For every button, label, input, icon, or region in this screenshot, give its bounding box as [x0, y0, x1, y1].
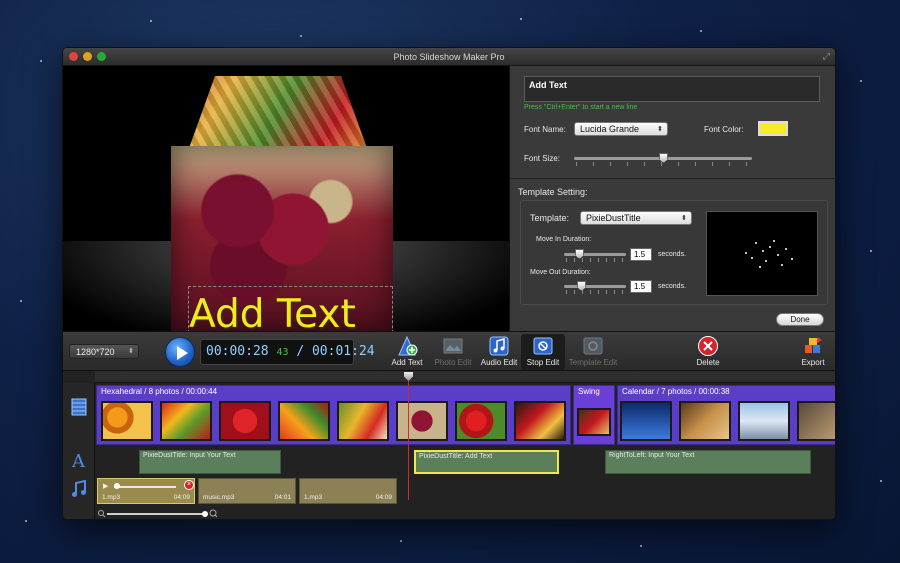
toolbar: 1280*720 ⬍ 00:00:28 43 / 00:01:24 Add Te… — [63, 331, 835, 371]
preview-canvas[interactable]: Add Text — [63, 66, 509, 331]
photo-thumbnail[interactable] — [278, 401, 330, 441]
photo-thumbnail[interactable] — [577, 408, 611, 436]
photo-thumbnail[interactable] — [679, 401, 731, 441]
photo-group-calendar[interactable]: Calendar / 7 photos / 00:00:38 — [617, 385, 835, 445]
delete-button[interactable]: Delete — [687, 334, 729, 370]
move-in-ticks — [566, 258, 626, 262]
zoom-window-button[interactable] — [97, 52, 106, 61]
move-in-seconds-label: seconds. — [658, 251, 687, 258]
photo-track-icon — [71, 398, 87, 416]
template-select[interactable]: PixieDustTitle ⬍ — [580, 211, 692, 225]
export-button[interactable]: Export — [793, 334, 833, 370]
add-text-icon — [398, 335, 418, 356]
move-out-ticks — [566, 290, 626, 294]
titlebar: Photo Slideshow Maker Pro ⤢ — [63, 48, 835, 66]
font-color-label: Font Color: — [704, 125, 744, 134]
photo-thumbnail[interactable] — [514, 401, 566, 441]
resolution-select[interactable]: 1280*720 ⬍ — [69, 344, 139, 359]
photo-thumbnail[interactable] — [396, 401, 448, 441]
audio-clip-selected[interactable]: ▶ × 1.mp3 04:09 — [97, 478, 195, 504]
move-in-label: Move In Duration: — [536, 236, 592, 243]
move-in-slider[interactable] — [564, 253, 626, 256]
export-icon — [805, 337, 822, 353]
fullscreen-icon[interactable]: ⤢ — [823, 51, 830, 61]
audio-play-icon[interactable]: ▶ — [103, 482, 108, 490]
cube-top-face — [189, 76, 367, 146]
template-setting-title: Template Setting: — [518, 187, 588, 197]
photo-group-hexahedral[interactable]: Hexahedral / 8 photos / 00:00:44 — [96, 385, 571, 445]
close-window-button[interactable] — [69, 52, 78, 61]
audio-clip[interactable]: 1.mp3 04:09 — [299, 478, 397, 504]
track-icons-column: A — [63, 383, 95, 519]
photo-edit-button[interactable]: Photo Edit — [431, 334, 475, 370]
panel-divider — [510, 178, 835, 179]
move-in-duration-field[interactable]: 1.5 — [630, 248, 652, 261]
add-text-button[interactable]: Add Text — [385, 334, 429, 370]
play-button[interactable] — [165, 337, 195, 367]
photo-group-swing[interactable]: Swing — [573, 385, 615, 445]
template-preview-thumbnail — [706, 211, 818, 296]
select-arrows-icon: ⬍ — [681, 215, 687, 222]
audio-edit-icon — [489, 336, 509, 356]
text-content-input[interactable]: Add Text — [524, 76, 820, 102]
newline-hint: Press "Ctrl+Enter" to start a new line — [524, 104, 638, 111]
stop-edit-icon — [533, 337, 553, 355]
template-edit-icon — [583, 337, 603, 355]
total-time: 00:01:24 — [311, 344, 375, 359]
photo-thumbnail[interactable] — [337, 401, 389, 441]
delete-icon — [698, 336, 718, 356]
timeline: A Hexahedral / 8 photos / 00:00:44 Swing — [63, 371, 835, 519]
preview-overlay-text[interactable]: Add Text — [189, 292, 356, 331]
template-edit-button[interactable]: Template Edit — [567, 334, 619, 370]
move-out-slider[interactable] — [564, 285, 626, 288]
move-out-label: Move Out Duration: — [530, 269, 591, 276]
audio-progress-thumb[interactable] — [114, 483, 120, 489]
music-track-icon — [72, 479, 86, 497]
photo-thumbnail[interactable] — [738, 401, 790, 441]
remove-audio-icon[interactable]: × — [184, 480, 194, 490]
template-label: Template: — [530, 213, 570, 223]
timeline-zoom-slider[interactable] — [97, 509, 217, 519]
select-arrows-icon: ⬍ — [657, 126, 663, 133]
done-button[interactable]: Done — [776, 313, 824, 326]
select-arrows-icon: ⬍ — [128, 348, 134, 355]
text-track: PixieDustTitle: Input Your Text PixieDus… — [96, 449, 835, 475]
text-clip[interactable]: RightToLeft: Input Your Text — [605, 450, 811, 474]
photo-thumbnail[interactable] — [219, 401, 271, 441]
minimize-window-button[interactable] — [83, 52, 92, 61]
text-settings-panel: Add Text Press "Ctrl+Enter" to start a n… — [509, 66, 835, 331]
audio-clip[interactable]: music.mp3 04:01 — [198, 478, 296, 504]
photo-track: Hexahedral / 8 photos / 00:00:44 Swing C… — [96, 385, 835, 445]
window-title: Photo Slideshow Maker Pro — [393, 52, 505, 62]
font-name-label: Font Name: — [524, 125, 566, 134]
photo-edit-icon — [443, 338, 463, 354]
timeline-ruler[interactable] — [95, 371, 835, 383]
photo-thumbnail[interactable] — [160, 401, 212, 441]
text-clip-selected[interactable]: PixieDustTitle: Add Text — [414, 450, 559, 474]
audio-track: ▶ × 1.mp3 04:09 music.mp3 04:01 1.mp3 04… — [96, 477, 835, 505]
photo-thumbnail[interactable] — [797, 401, 835, 441]
photo-thumbnail[interactable] — [455, 401, 507, 441]
stop-edit-button[interactable]: Stop Edit — [521, 334, 565, 370]
timecode-display: 00:00:28 43 / 00:01:24 — [200, 339, 375, 365]
audio-edit-button[interactable]: Audio Edit — [477, 334, 521, 370]
current-frame: 43 — [276, 347, 289, 358]
move-out-seconds-label: seconds. — [658, 283, 687, 290]
audio-progress-track[interactable] — [114, 486, 176, 488]
font-name-select[interactable]: Lucida Grande ⬍ — [574, 122, 668, 136]
photo-thumbnail[interactable] — [101, 401, 153, 441]
text-clip[interactable]: PixieDustTitle: Input Your Text — [139, 450, 281, 474]
playhead-line — [408, 378, 409, 500]
app-window: Photo Slideshow Maker Pro ⤢ Add Text Add… — [62, 47, 836, 520]
font-color-swatch[interactable] — [758, 121, 788, 136]
move-out-duration-field[interactable]: 1.5 — [630, 280, 652, 293]
current-time: 00:00:28 — [206, 344, 269, 359]
text-track-icon: A — [71, 451, 86, 470]
photo-thumbnail[interactable] — [620, 401, 672, 441]
font-size-label: Font Size: — [524, 154, 561, 163]
svg-text:A: A — [71, 451, 86, 470]
font-size-ticks — [576, 162, 752, 166]
time-separator: / — [296, 344, 305, 359]
